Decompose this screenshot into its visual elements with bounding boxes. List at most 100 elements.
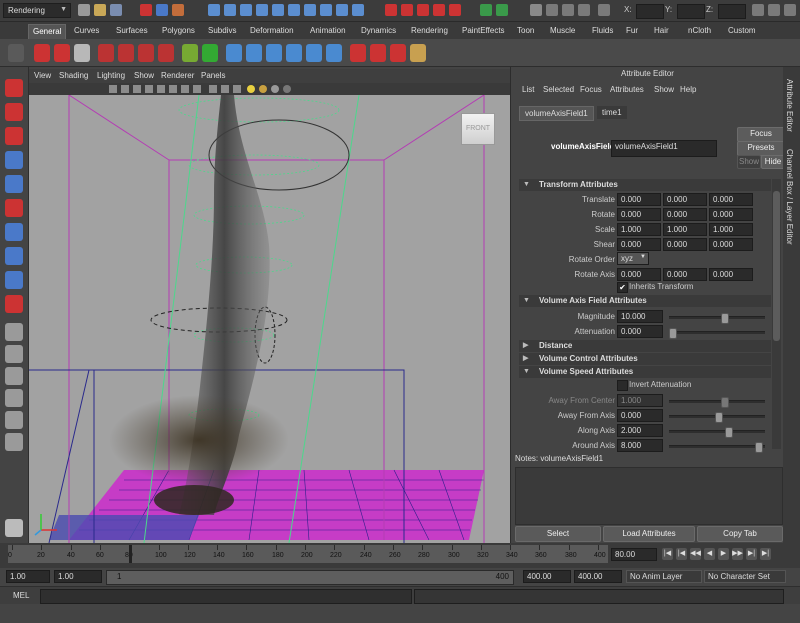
menu-lighting[interactable]: Lighting	[97, 71, 125, 80]
brush-icon[interactable]	[410, 44, 426, 62]
along-axis-field[interactable]: 2.000	[617, 424, 663, 437]
move-tool-icon[interactable]	[5, 151, 23, 169]
shelf-tab-rendering[interactable]: Rendering	[407, 24, 452, 38]
rotate-axis-y-field[interactable]: 0.000	[663, 268, 707, 281]
step-back-icon[interactable]: |◀	[676, 548, 687, 560]
manipulator-icon[interactable]	[5, 223, 23, 241]
scale-x-field[interactable]: 1.000	[617, 223, 661, 236]
save-scene-icon[interactable]	[110, 4, 122, 16]
layout-hypershade-icon[interactable]	[5, 433, 23, 451]
emitter-icon[interactable]	[350, 44, 366, 62]
mask-icon[interactable]	[224, 4, 236, 16]
ae-menu-show[interactable]: Show	[654, 85, 674, 94]
shelf-tab-toon[interactable]: Toon	[513, 24, 538, 38]
load-attributes-button[interactable]: Load Attributes	[603, 526, 695, 542]
shear-z-field[interactable]: 0.000	[709, 238, 753, 251]
section-volume-speed[interactable]: ▼ Volume Speed Attributes	[519, 366, 771, 378]
scrollbar-thumb[interactable]	[773, 191, 780, 341]
layout-outliner-icon[interactable]	[5, 389, 23, 407]
ipr-render-icon[interactable]	[562, 4, 574, 16]
ae-menu-focus[interactable]: Focus	[580, 85, 602, 94]
node-name-field[interactable]: volumeAxisField1	[611, 140, 717, 157]
select-object-icon[interactable]	[156, 4, 168, 16]
script-icon[interactable]	[74, 44, 90, 62]
render-icon[interactable]	[546, 4, 558, 16]
shelf-tab-muscle[interactable]: Muscle	[546, 24, 579, 38]
slider-knob[interactable]	[669, 328, 677, 339]
next-key-icon[interactable]: ▶▶	[732, 548, 743, 560]
away-from-center-slider[interactable]	[669, 397, 765, 408]
character-set-select[interactable]: No Character Set	[704, 570, 786, 583]
field-icon[interactable]	[226, 44, 242, 62]
go-end-icon[interactable]: ▶|	[760, 548, 771, 560]
snap-live-icon[interactable]	[449, 4, 461, 16]
section-volume-control[interactable]: ▶ Volume Control Attributes	[519, 353, 771, 365]
show-button[interactable]: Show	[737, 155, 761, 169]
panel-toolbar-icons[interactable]	[29, 83, 510, 95]
ae-menu-selected[interactable]: Selected	[543, 85, 574, 94]
around-axis-field[interactable]: 8.000	[617, 439, 663, 452]
menu-shading[interactable]: Shading	[59, 71, 88, 80]
3d-viewport[interactable]: FRONT	[29, 95, 510, 543]
prev-key-icon[interactable]: ◀◀	[690, 548, 701, 560]
shelf-tab-polygons[interactable]: Polygons	[158, 24, 199, 38]
menu-renderer[interactable]: Renderer	[161, 71, 194, 80]
curve-tool-icon[interactable]	[98, 44, 114, 62]
slider-knob[interactable]	[725, 427, 733, 438]
curve-tool-icon[interactable]	[158, 44, 174, 62]
select-tool-icon[interactable]	[5, 79, 23, 97]
section-transform[interactable]: ▼ Transform Attributes	[519, 179, 771, 191]
slider-knob[interactable]	[721, 397, 729, 408]
ae-menu-attributes[interactable]: Attributes	[610, 85, 644, 94]
magnitude-slider[interactable]	[669, 313, 765, 324]
shelf-tab-curves[interactable]: Curves	[70, 24, 103, 38]
time-slider[interactable]: 0204060801001201401601802002202402602803…	[8, 545, 608, 563]
emitter-icon[interactable]	[390, 44, 406, 62]
notes-field[interactable]	[515, 467, 783, 525]
mask-icon[interactable]	[240, 4, 252, 16]
snap-curve-icon[interactable]	[401, 4, 413, 16]
slider-knob[interactable]	[721, 313, 729, 324]
inherits-transform-checkbox[interactable]: ✔	[617, 282, 628, 293]
curve-tool-icon[interactable]	[118, 44, 134, 62]
select-hierarchy-icon[interactable]	[140, 4, 152, 16]
toggle-attr-editor-icon[interactable]	[752, 4, 764, 16]
field-icon[interactable]	[246, 44, 262, 62]
attenuation-field[interactable]: 0.000	[617, 325, 663, 338]
translate-x-field[interactable]: 0.000	[617, 193, 661, 206]
layout-four-icon[interactable]	[5, 345, 23, 363]
play-back-icon[interactable]: ◀	[704, 548, 715, 560]
shelf-tab-animation[interactable]: Animation	[306, 24, 350, 38]
playback-start-field[interactable]: 1.00	[54, 570, 102, 583]
ae-menu-list[interactable]: List	[522, 85, 534, 94]
rotate-axis-x-field[interactable]: 0.000	[617, 268, 661, 281]
shelf-tab-deformation[interactable]: Deformation	[246, 24, 298, 38]
render-settings-icon[interactable]	[578, 4, 590, 16]
view-cube[interactable]: FRONT	[461, 113, 495, 145]
paint-select-icon[interactable]	[5, 127, 23, 145]
current-time-marker[interactable]	[129, 545, 132, 563]
shear-x-field[interactable]: 0.000	[617, 238, 661, 251]
emitter-icon[interactable]	[370, 44, 386, 62]
sphere-icon[interactable]	[182, 44, 198, 62]
shelf-tab-dynamics[interactable]: Dynamics	[357, 24, 400, 38]
current-frame-field[interactable]: 80.00	[611, 548, 657, 561]
copy-tab-button[interactable]: Copy Tab	[697, 526, 783, 542]
select-component-icon[interactable]	[172, 4, 184, 16]
snap-plane-icon[interactable]	[433, 4, 445, 16]
layout-two-icon[interactable]	[5, 367, 23, 385]
mask-icon[interactable]	[256, 4, 268, 16]
scale-z-field[interactable]: 1.000	[709, 223, 753, 236]
rotate-z-field[interactable]: 0.000	[709, 208, 753, 221]
scale-y-field[interactable]: 1.000	[663, 223, 707, 236]
curve-tool-icon[interactable]	[138, 44, 154, 62]
menu-view[interactable]: View	[34, 71, 51, 80]
menu-show[interactable]: Show	[134, 71, 154, 80]
rotate-axis-z-field[interactable]: 0.000	[709, 268, 753, 281]
lasso-tool-icon[interactable]	[5, 103, 23, 121]
field-icon[interactable]	[286, 44, 302, 62]
sphere-icon[interactable]	[202, 44, 218, 62]
ae-tab-node[interactable]: volumeAxisField1	[519, 106, 594, 121]
ae-scrollbar[interactable]	[772, 179, 781, 449]
translate-z-field[interactable]: 0.000	[709, 193, 753, 206]
